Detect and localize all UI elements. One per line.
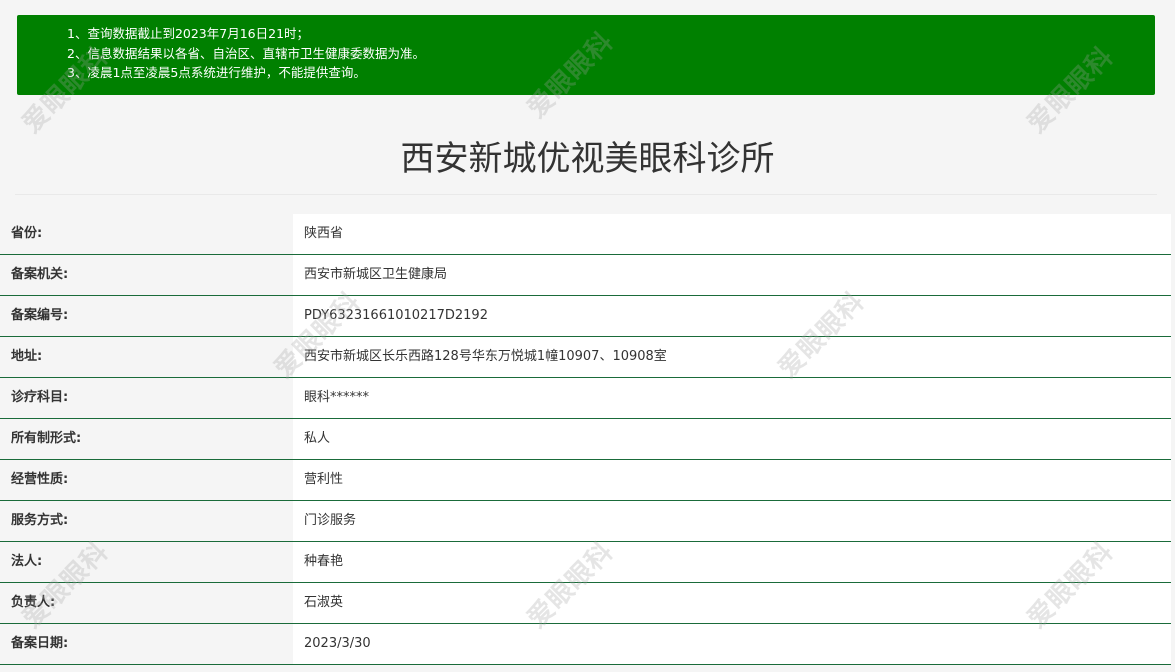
- info-row-legal-person: 法人: 种春艳: [0, 542, 1171, 583]
- info-row-service-mode: 服务方式: 门诊服务: [0, 501, 1171, 542]
- info-row-province: 省份: 陕西省: [0, 214, 1171, 255]
- info-value: 西安市新城区卫生健康局: [293, 255, 1171, 295]
- info-label: 备案日期:: [0, 624, 293, 664]
- info-value: 种春艳: [293, 542, 1171, 582]
- info-row-filing-authority: 备案机关: 西安市新城区卫生健康局: [0, 255, 1171, 296]
- notice-line: 1、查询数据截止到2023年7月16日21时；: [67, 26, 310, 41]
- info-row-ownership: 所有制形式: 私人: [0, 419, 1171, 460]
- info-value: 陕西省: [293, 214, 1171, 254]
- notice-line: 3、凌晨1点至凌晨5点系统进行维护，不能提供查询。: [67, 65, 366, 80]
- info-value: 西安市新城区长乐西路128号华东万悦城1幢10907、10908室: [293, 337, 1171, 377]
- info-value: 门诊服务: [293, 501, 1171, 541]
- notice-line: 2、信息数据结果以各省、自治区、直辖市卫生健康委数据为准。: [67, 45, 425, 61]
- info-label: 省份:: [0, 214, 293, 254]
- info-label: 经营性质:: [0, 460, 293, 500]
- info-label: 负责人:: [0, 583, 293, 623]
- info-row-filing-date: 备案日期: 2023/3/30: [0, 624, 1171, 665]
- notice-banner: 1、查询数据截止到2023年7月16日21时； 2、信息数据结果以各省、自治区、…: [17, 15, 1155, 95]
- info-row-address: 地址: 西安市新城区长乐西路128号华东万悦城1幢10907、10908室: [0, 337, 1171, 378]
- info-row-departments: 诊疗科目: 眼科******: [0, 378, 1171, 419]
- info-label: 服务方式:: [0, 501, 293, 541]
- title-divider: [15, 194, 1157, 195]
- info-label: 诊疗科目:: [0, 378, 293, 418]
- info-table: 省份: 陕西省 备案机关: 西安市新城区卫生健康局 备案编号: PDY63231…: [0, 214, 1171, 665]
- info-row-business-nature: 经营性质: 营利性: [0, 460, 1171, 501]
- info-value: 石淑英: [293, 583, 1171, 623]
- info-label: 法人:: [0, 542, 293, 582]
- info-label: 所有制形式:: [0, 419, 293, 459]
- info-label: 地址:: [0, 337, 293, 377]
- info-value: 2023/3/30: [293, 624, 1171, 664]
- info-value: 眼科******: [293, 378, 1171, 418]
- info-label: 备案机关:: [0, 255, 293, 295]
- info-label: 备案编号:: [0, 296, 293, 336]
- info-row-person-in-charge: 负责人: 石淑英: [0, 583, 1171, 624]
- info-value: PDY63231661010217D2192: [293, 296, 1171, 336]
- page-title: 西安新城优视美眼科诊所: [400, 139, 775, 179]
- info-row-filing-number: 备案编号: PDY63231661010217D2192: [0, 296, 1171, 337]
- info-value: 营利性: [293, 460, 1171, 500]
- info-value: 私人: [293, 419, 1171, 459]
